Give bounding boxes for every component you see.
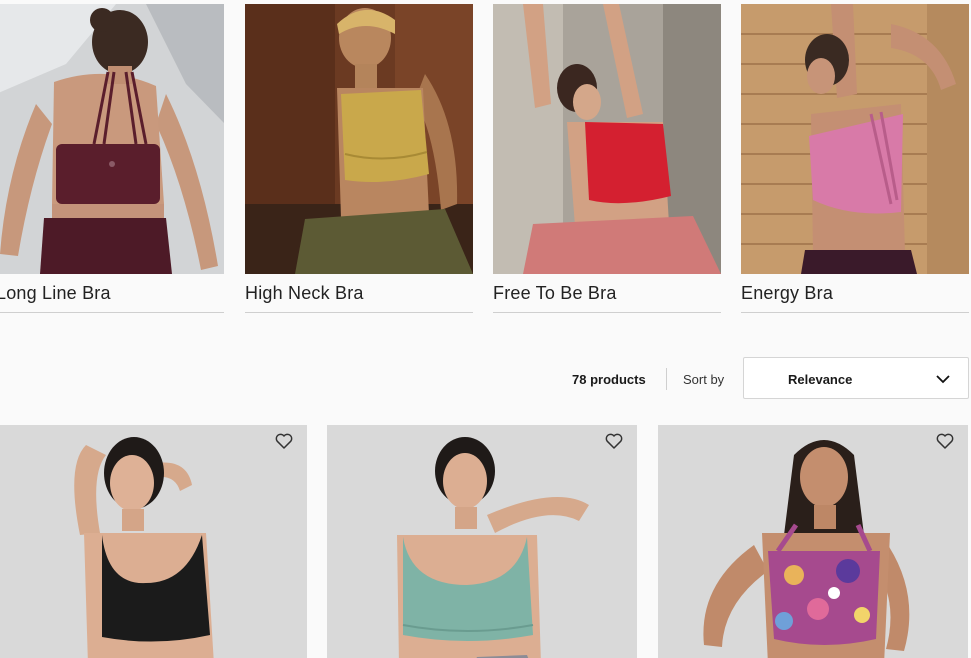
product-image[interactable]: [327, 425, 637, 658]
category-tile-high-neck-bra[interactable]: High Neck Bra: [245, 4, 473, 313]
category-image-energy-bra[interactable]: [741, 4, 969, 274]
sort-dropdown[interactable]: Relevance: [743, 357, 969, 399]
category-tile-free-to-be-bra[interactable]: Free To Be Bra: [493, 4, 721, 313]
category-label[interactable]: Energy Bra: [741, 274, 969, 313]
product-listing-page: Long Line Bra High Neck Bra Free To Be B…: [0, 0, 971, 658]
sort-by-label: Sort by: [683, 372, 725, 387]
product-count: 78 products: [572, 372, 646, 387]
category-image-long-line-bra[interactable]: [0, 4, 224, 274]
toolbar-divider: [666, 368, 667, 390]
product-card[interactable]: [658, 425, 968, 658]
chevron-down-icon[interactable]: [936, 372, 950, 386]
category-label[interactable]: Long Line Bra: [0, 274, 224, 313]
sort-selected-value[interactable]: Relevance: [788, 372, 852, 387]
category-label[interactable]: Free To Be Bra: [493, 274, 721, 313]
product-image[interactable]: [658, 425, 968, 658]
category-image-free-to-be-bra[interactable]: [493, 4, 721, 274]
category-label[interactable]: High Neck Bra: [245, 274, 473, 313]
category-tile-energy-bra[interactable]: Energy Bra: [741, 4, 969, 313]
product-image[interactable]: [0, 425, 307, 658]
heart-icon[interactable]: [936, 432, 954, 450]
product-card[interactable]: [0, 425, 307, 658]
product-card[interactable]: [327, 425, 637, 658]
heart-icon[interactable]: [605, 432, 623, 450]
category-image-high-neck-bra[interactable]: [245, 4, 473, 274]
category-tile-long-line-bra[interactable]: Long Line Bra: [0, 4, 224, 313]
heart-icon[interactable]: [275, 432, 293, 450]
